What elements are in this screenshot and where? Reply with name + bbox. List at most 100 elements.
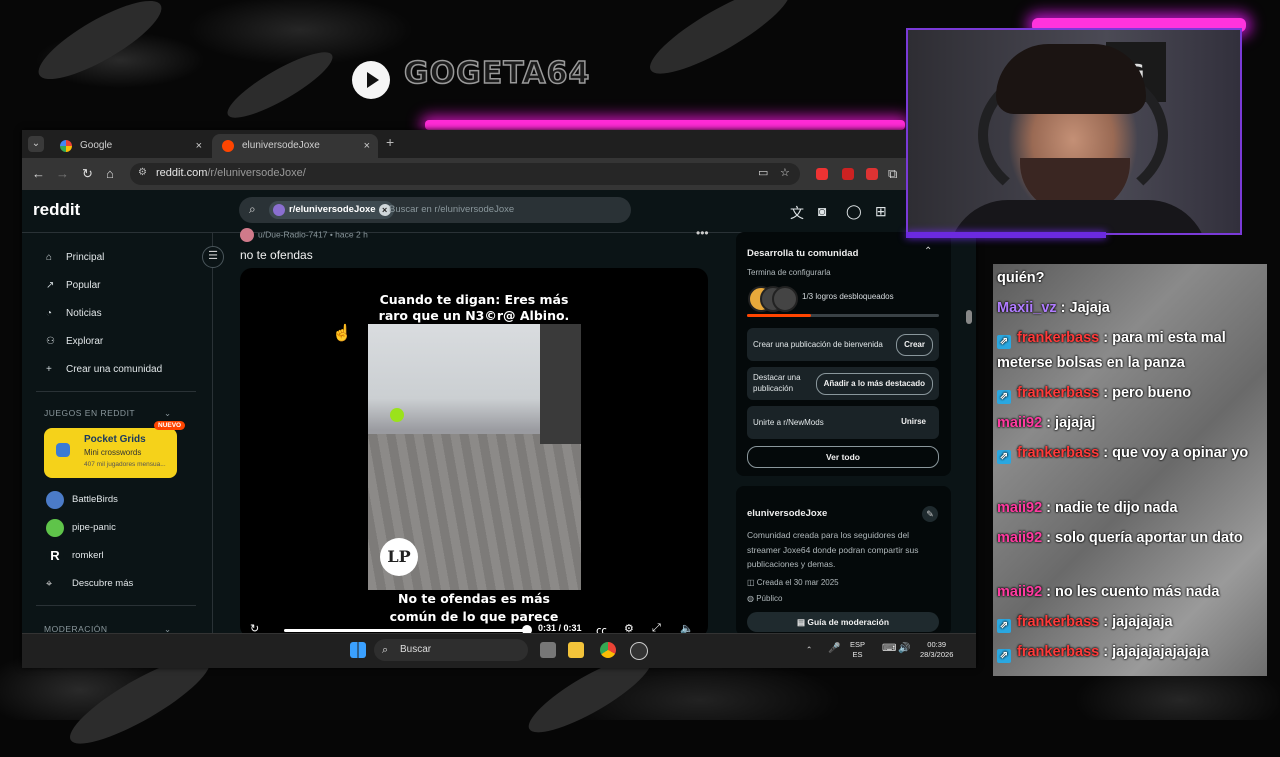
watermark-logo: LP (380, 538, 418, 576)
chat-username[interactable]: frankerbass (1017, 330, 1099, 346)
scrollbar[interactable] (965, 232, 973, 632)
address-bar[interactable]: ⚙ reddit.com/r/eluniversodeJoxe/ ▭ ☆ (130, 163, 800, 185)
sidebar-item-explorar[interactable]: ⚇ Explorar (46, 336, 103, 347)
microphone-icon[interactable]: 🎤 (828, 644, 840, 654)
card-title: Desarrolla tu comunidad (747, 248, 859, 259)
post-title[interactable]: no te ofendas (240, 248, 313, 262)
language-indicator[interactable]: ESP ES (850, 640, 865, 660)
chat-message: maii92 : nadie te dijo nada (997, 496, 1259, 521)
video-door (540, 324, 581, 444)
mod-guide-button[interactable]: ▤ Guía de moderación (747, 612, 939, 632)
chat-message: Maxii_vz : Jajaja (997, 296, 1259, 321)
google-icon (60, 140, 72, 152)
subreddit-chip[interactable]: r/eluniversodeJoxe × (269, 201, 394, 219)
address-toolbar: ← → ↻ ⌂ ⚙ reddit.com/r/eluniversodeJoxe/… (22, 158, 976, 190)
site-info-icon[interactable]: ⚙ (138, 167, 147, 178)
bookmark-star-icon[interactable]: ☆ (780, 166, 790, 179)
chat-username[interactable]: maii92 (997, 415, 1042, 431)
create-button[interactable]: Crear (896, 334, 933, 356)
reddit-icon (222, 140, 234, 152)
tab-bar: ⌄ Google × eluniversodeJoxe × + (22, 130, 976, 158)
visibility-text: Público (756, 594, 783, 603)
search-icon: ⌕ (382, 644, 389, 656)
join-button[interactable]: Unirse (894, 412, 933, 432)
clock-date: 28/3/2026 (920, 650, 954, 659)
reddit-logo[interactable]: reddit (33, 200, 80, 220)
network-icon[interactable]: ⌨ (882, 644, 896, 654)
book-icon: ▤ (796, 617, 808, 627)
tab-google[interactable]: Google × (50, 134, 210, 158)
clock[interactable]: 00:39 28/3/2026 (920, 640, 953, 660)
subscriber-badge-icon: ⇗ (997, 450, 1011, 464)
scrollbar-thumb[interactable] (966, 310, 972, 324)
chat-message: ⇗ frankerbass : que voy a opinar yo (997, 441, 1259, 466)
community-name: eluniversodeJoxe (747, 508, 828, 519)
add-highlight-button[interactable]: Añadir a lo más destacado (815, 373, 933, 395)
back-icon[interactable]: ← (32, 166, 45, 181)
avatar[interactable] (240, 228, 254, 242)
search-input[interactable]: ⌕ r/eluniversodeJoxe × Buscar en r/eluniv… (239, 197, 631, 223)
install-icon[interactable]: ▭ (758, 166, 768, 179)
tray-chevron-icon[interactable]: ⌃ (806, 645, 812, 655)
collapse-sidebar-button[interactable]: ☰ (202, 246, 224, 268)
sidebar-item-principal[interactable]: ⌂ Principal (46, 252, 104, 263)
chat-icon[interactable]: ◯ (846, 203, 862, 220)
more-options-icon[interactable]: ••• (696, 226, 709, 240)
chat-username[interactable]: frankerbass (1017, 385, 1099, 401)
sidebar-item-noticias[interactable]: ◔ Noticias (46, 308, 102, 319)
close-icon[interactable]: × (196, 134, 202, 158)
extension-icon[interactable] (842, 168, 854, 180)
featured-game-card[interactable]: NUEVO Pocket Grids Mini crosswords 407 m… (44, 421, 186, 478)
chat-text: quién? (997, 270, 1045, 286)
game-subtitle: Mini crosswords (84, 448, 142, 457)
sidebar-item-popular[interactable]: ↗ Popular (46, 280, 100, 291)
subscriber-badge-icon: ⇗ (997, 649, 1011, 663)
youtube-play-icon (352, 61, 390, 99)
post-author[interactable]: u/Due-Radio-7417 (258, 229, 327, 239)
forward-icon[interactable]: → (56, 166, 69, 181)
volume-icon[interactable]: 🔊 (898, 644, 910, 654)
obs-icon[interactable] (630, 642, 648, 660)
sidebar-item-crear-comunidad[interactable]: + Crear una comunidad (46, 364, 162, 375)
chrome-icon[interactable] (600, 642, 616, 658)
chevron-up-icon[interactable]: ⌃ (924, 246, 932, 257)
search-label: Buscar (400, 644, 432, 655)
game-icon (56, 443, 70, 457)
close-icon[interactable]: × (364, 134, 370, 158)
home-icon: ⌂ (46, 252, 53, 263)
reload-icon[interactable]: ↻ (82, 166, 93, 182)
subscriber-badge-icon: ⇗ (997, 390, 1011, 404)
translate-icon[interactable]: 文 (790, 203, 804, 223)
row-text: Unirte a r/NewMods (753, 418, 824, 427)
chat-username[interactable]: frankerbass (1017, 614, 1099, 630)
sidebar-item-label: Noticias (66, 308, 102, 319)
taskbar-search[interactable]: ⌕ Buscar (374, 639, 528, 661)
video-progress-bar[interactable] (284, 629, 526, 632)
create-post-icon[interactable]: ⊞ (875, 203, 887, 220)
advertise-icon[interactable]: ◙ (818, 203, 826, 219)
new-tab-button[interactable]: + (386, 134, 394, 150)
chat-username[interactable]: maii92 (997, 530, 1042, 546)
globe-icon: ◍ (747, 594, 757, 603)
divider (36, 391, 196, 392)
setup-row-welcome: Crear una publicación de bienvenida Crear (747, 328, 939, 361)
file-explorer-icon[interactable] (568, 642, 584, 658)
tab-search-button[interactable]: ⌄ (28, 136, 44, 152)
windows-start-icon[interactable] (350, 642, 366, 658)
extension-icon[interactable] (866, 168, 878, 180)
tab-reddit[interactable]: eluniversodeJoxe × (212, 134, 378, 158)
chat-username[interactable]: maii92 (997, 500, 1042, 516)
chat-text: : solo quería aportar un dato (1042, 530, 1243, 546)
chat-username[interactable]: frankerbass (1017, 644, 1099, 660)
chat-username[interactable]: maii92 (997, 584, 1042, 600)
see-all-button[interactable]: Ver todo (747, 446, 939, 468)
chat-username[interactable]: Maxii_vz (997, 300, 1057, 316)
extension-icon[interactable] (816, 168, 828, 180)
chat-username[interactable]: frankerbass (1017, 445, 1099, 461)
edit-pencil-icon[interactable]: ✎ (922, 506, 938, 522)
task-view-icon[interactable] (540, 642, 556, 658)
extensions-puzzle-icon[interactable]: ⧉ (888, 166, 897, 182)
home-icon[interactable]: ⌂ (106, 166, 114, 181)
video-player[interactable]: Cuando te digan: Eres más raro que un N3©… (240, 268, 708, 638)
games-section-header[interactable]: JUEGOS EN REDDIT ⌄ (44, 408, 171, 418)
